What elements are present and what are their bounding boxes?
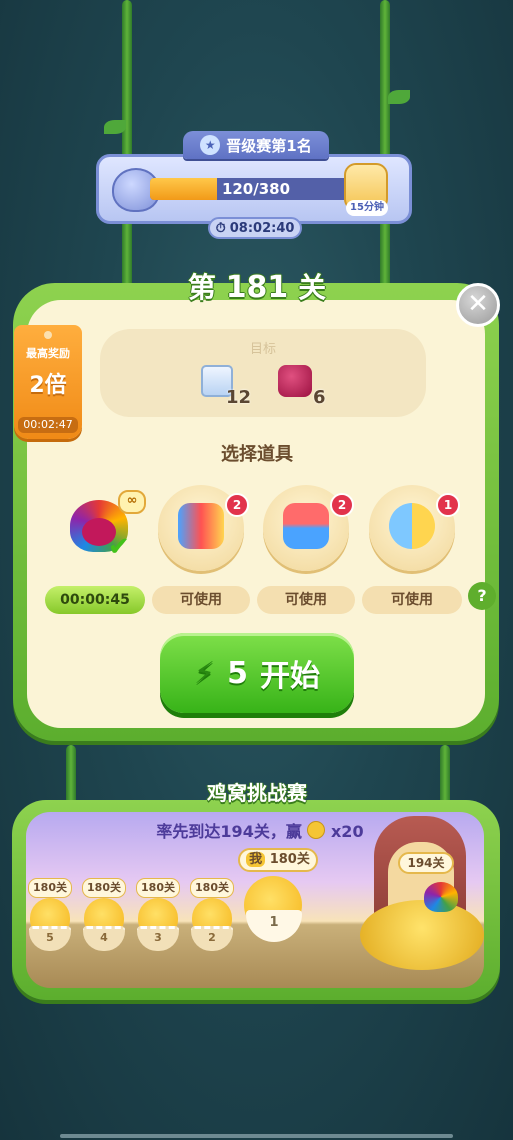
start-button[interactable]: ⚡ 5 开始 [160, 633, 354, 713]
checkmark-icon: ✔ [108, 532, 130, 562]
level-prefix: 第 [187, 271, 216, 304]
nest-goal-reward: x20 [330, 822, 364, 841]
booster-count-badge: 2 [225, 493, 249, 517]
my-level: 180关 [269, 852, 310, 867]
home-indicator[interactable] [60, 1134, 453, 1138]
start-label: 开始 [259, 659, 320, 694]
bottle-duration-badge: 15分钟 [346, 200, 388, 216]
rank-title: 晋级赛第1名 [226, 136, 312, 155]
booster-count-badge: 2 [330, 493, 354, 517]
competitor-level-pill: 180关 [28, 878, 72, 898]
max-reward-tag[interactable]: 最高奖励 2倍 00:02:47 [14, 325, 82, 439]
vine-leaf [104, 120, 126, 134]
booster-available-pill[interactable]: 可使用 [257, 586, 355, 614]
nest-goal-prefix: 率先到达194关，赢 [156, 822, 302, 841]
max-reward-timer: 00:02:47 [18, 417, 78, 433]
energy-bolt-icon: ⚡ [194, 655, 216, 691]
level-suffix: 关 [298, 271, 327, 304]
max-reward-multiplier: 2倍 [29, 373, 67, 398]
coin-icon [307, 821, 326, 839]
booster-available-pill[interactable]: 可使用 [362, 586, 462, 614]
booster-available-pill[interactable]: 可使用 [152, 586, 250, 614]
background-vine-right [380, 0, 390, 290]
goal-count-jam: 6 [313, 387, 326, 408]
start-cost: 5 [227, 655, 248, 691]
competitor-level-pill: 180关 [190, 878, 234, 898]
booster-timer-pill: 00:00:45 [45, 586, 145, 614]
background-vine-left-lower [66, 745, 76, 805]
bird-duo-icon [389, 503, 435, 549]
vine-leaf [388, 90, 410, 104]
tag-hole [44, 331, 52, 339]
my-level-pill: 我 180关 [238, 848, 318, 872]
me-label: 我 [246, 852, 266, 867]
background-vine-right-lower [440, 745, 450, 805]
rank-progress-bar: 120/380 [150, 178, 362, 200]
max-reward-label: 最高奖励 [26, 347, 70, 360]
rank-progress-text: 120/380 [221, 180, 291, 198]
competitor-level-pill: 180关 [136, 878, 180, 898]
rocket-bundle-icon [178, 503, 224, 549]
jam-tile-icon [278, 365, 312, 397]
rainbow-owl-trophy-icon [424, 882, 458, 912]
background-vine-left [122, 0, 132, 290]
rank-title-tag: ★ 晋级赛第1名 [183, 131, 329, 159]
level-title: 第 181 关 [150, 266, 364, 306]
nest-challenge-title: 鸡窝挑战赛 [207, 781, 307, 805]
plus-three-moves-icon [283, 503, 329, 549]
booster-count-badge: 1 [436, 493, 460, 517]
rank-timer: ⏱ 08:02:40 [208, 217, 302, 239]
target-level-pill: 194关 [398, 852, 454, 874]
rank-emblem-icon: ★ [200, 135, 221, 155]
close-button[interactable]: ✕ [456, 283, 500, 327]
goal-count-ice: 12 [226, 387, 252, 408]
clock-icon: ⏱ [215, 220, 226, 236]
rank-timer-text: 08:02:40 [229, 220, 295, 236]
goal-label: 目标 [249, 342, 276, 357]
choose-booster-title: 选择道具 [221, 444, 293, 465]
gold-nest-icon [360, 900, 484, 970]
infinite-badge: ∞ [118, 490, 146, 514]
help-button[interactable]: ? [468, 582, 496, 610]
nest-goal-text: 率先到达194关，赢 x20 [110, 818, 410, 842]
level-number: 181 [225, 270, 289, 305]
competitor-level-pill: 180关 [82, 878, 126, 898]
